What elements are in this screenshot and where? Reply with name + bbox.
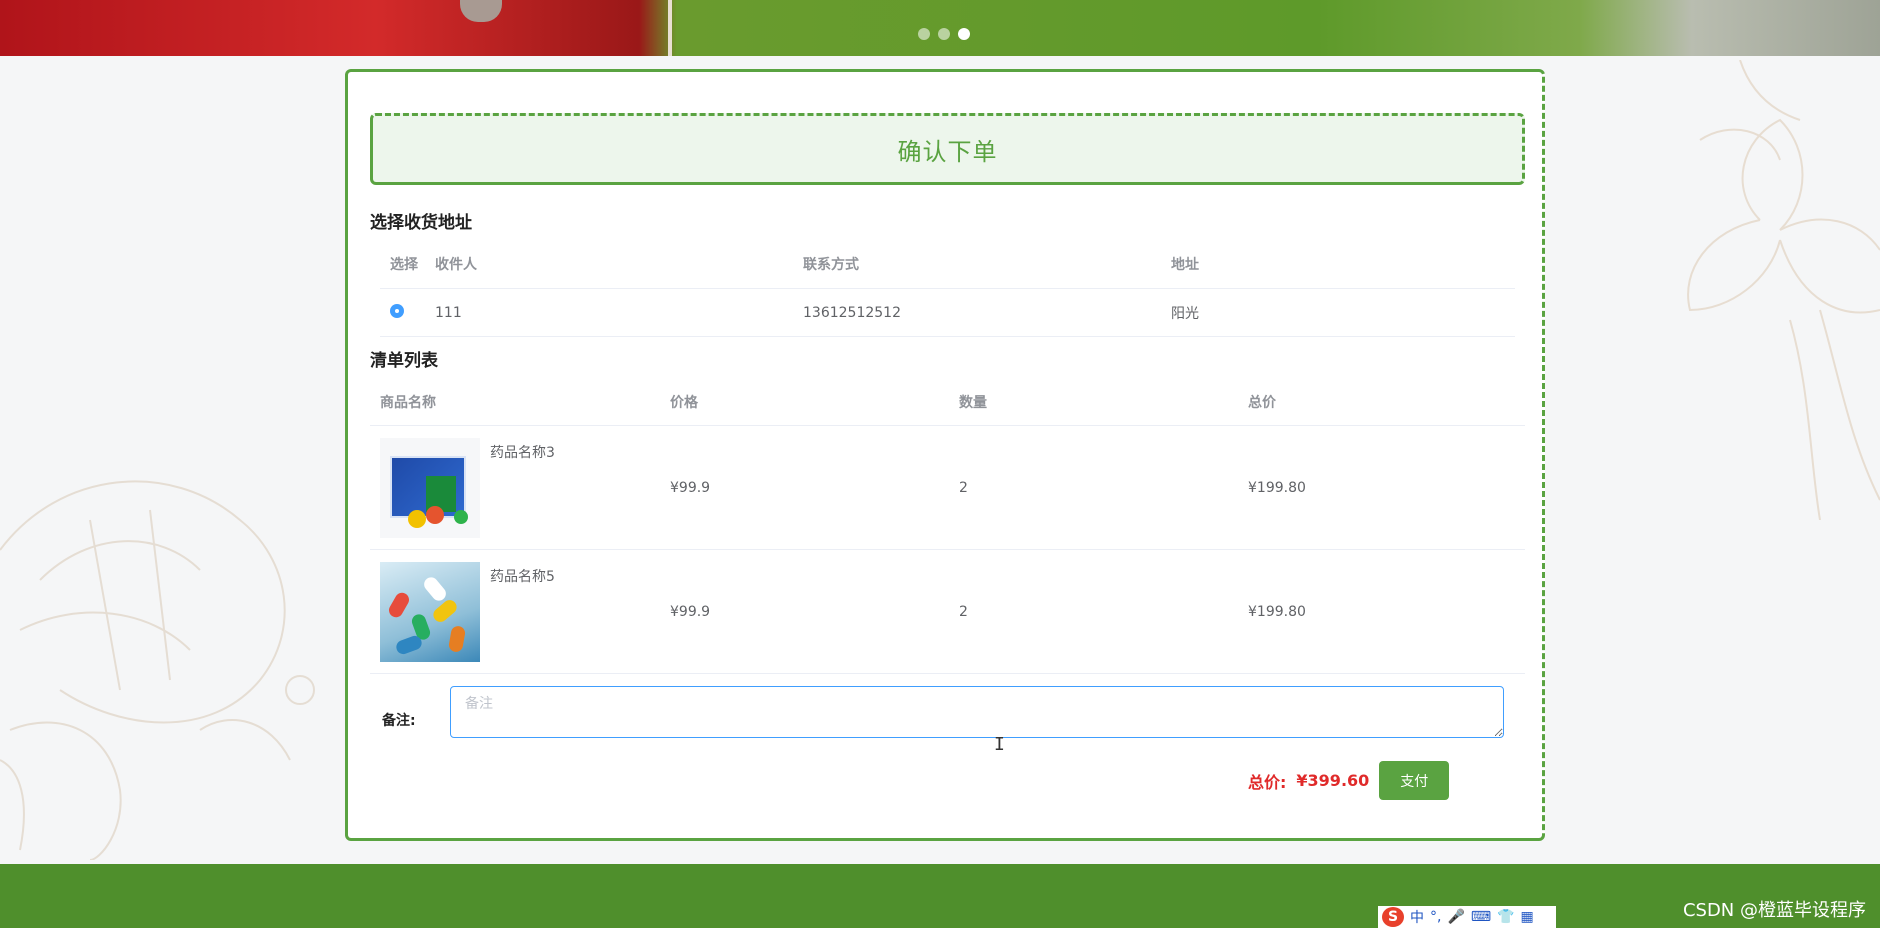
col-header-quantity: 数量 [959, 394, 987, 411]
carousel-dot-1[interactable] [918, 28, 930, 40]
sogou-logo-icon: S [1382, 907, 1404, 927]
remark-input[interactable] [450, 686, 1504, 738]
product-name: 药品名称3 [490, 444, 555, 461]
list-section-title: 清单列表 [370, 351, 438, 371]
table-row: 药品名称3 ¥99.9 2 ¥199.80 [370, 426, 1525, 550]
capsules-image [380, 561, 480, 662]
address-select-cell [380, 303, 435, 322]
recipient-name: 111 [435, 304, 462, 321]
address-table-header: 选择 收件人 联系方式 地址 [380, 240, 1515, 289]
medicine-box-image [380, 437, 480, 538]
payment-row: 总价: ¥399.60 支付 [1248, 761, 1450, 800]
col-header-select: 选择 [390, 257, 418, 273]
lotus-decoration-left [0, 430, 340, 860]
lotus-decoration-right [1640, 60, 1880, 520]
total-price-label: 总价: [1248, 772, 1287, 792]
carousel-dot-2[interactable] [938, 28, 950, 40]
recipient-phone: 13612512512 [803, 304, 901, 321]
address-section-title: 选择收货地址 [370, 213, 472, 233]
col-header-total: 总价 [1248, 394, 1276, 411]
punctuation-icon[interactable]: °, [1430, 909, 1441, 925]
keyboard-icon[interactable]: ⌨ [1471, 909, 1491, 925]
table-row: 药品名称5 ¥99.9 2 ¥199.80 [370, 550, 1525, 674]
product-quantity: 2 [959, 603, 968, 620]
product-price: ¥99.9 [670, 603, 711, 620]
ime-toolbar[interactable]: S 中 °, 🎤 ⌨ 👕 ▦ [1378, 906, 1556, 928]
carousel-dot-3[interactable] [958, 28, 970, 40]
product-cell: 药品名称3 [380, 437, 670, 538]
col-header-recipient: 收件人 [435, 257, 477, 273]
remark-row: 备注: [370, 686, 1525, 738]
recipient-address: 阳光 [1171, 305, 1199, 322]
banner-carousel[interactable] [0, 0, 1880, 56]
product-total: ¥199.80 [1248, 603, 1306, 620]
footer [0, 864, 1880, 928]
items-table-header: 商品名称 价格 数量 总价 [370, 378, 1525, 426]
banner-divider [668, 0, 672, 56]
total-price-value: ¥399.60 [1296, 771, 1370, 790]
col-header-contact: 联系方式 [803, 257, 859, 273]
pay-button[interactable]: 支付 [1379, 761, 1450, 800]
ime-language-label[interactable]: 中 [1410, 907, 1424, 927]
tree-trunk-image [460, 0, 502, 22]
col-header-price: 价格 [670, 394, 698, 411]
product-name: 药品名称5 [490, 568, 555, 585]
microphone-icon[interactable]: 🎤 [1447, 909, 1464, 925]
page-title: 确认下单 [897, 137, 998, 166]
carousel-indicators [918, 28, 970, 40]
footer-credit: CSDN @橙蓝毕设程序 [1682, 900, 1866, 921]
grid-menu-icon[interactable]: ▦ [1521, 909, 1534, 925]
product-price: ¥99.9 [670, 479, 711, 496]
address-table: 选择 收件人 联系方式 地址 111 13612512512 阳光 [380, 240, 1515, 337]
text-cursor-icon: I [994, 734, 1005, 755]
product-total: ¥199.80 [1248, 479, 1306, 496]
col-header-product-name: 商品名称 [380, 394, 436, 411]
remark-label: 备注: [382, 713, 416, 729]
order-header: 确认下单 [370, 113, 1525, 185]
skin-icon[interactable]: 👕 [1497, 909, 1514, 925]
product-quantity: 2 [959, 479, 968, 496]
address-row[interactable]: 111 13612512512 阳光 [380, 289, 1515, 337]
order-items-table: 商品名称 价格 数量 总价 药品名称3 ¥99.9 2 ¥199.80 药品名称… [370, 378, 1525, 674]
address-radio[interactable] [390, 303, 404, 318]
order-panel: 确认下单 选择收货地址 选择 收件人 联系方式 地址 111 136125125… [345, 69, 1545, 841]
col-header-address: 地址 [1171, 257, 1199, 273]
product-cell: 药品名称5 [380, 561, 670, 662]
